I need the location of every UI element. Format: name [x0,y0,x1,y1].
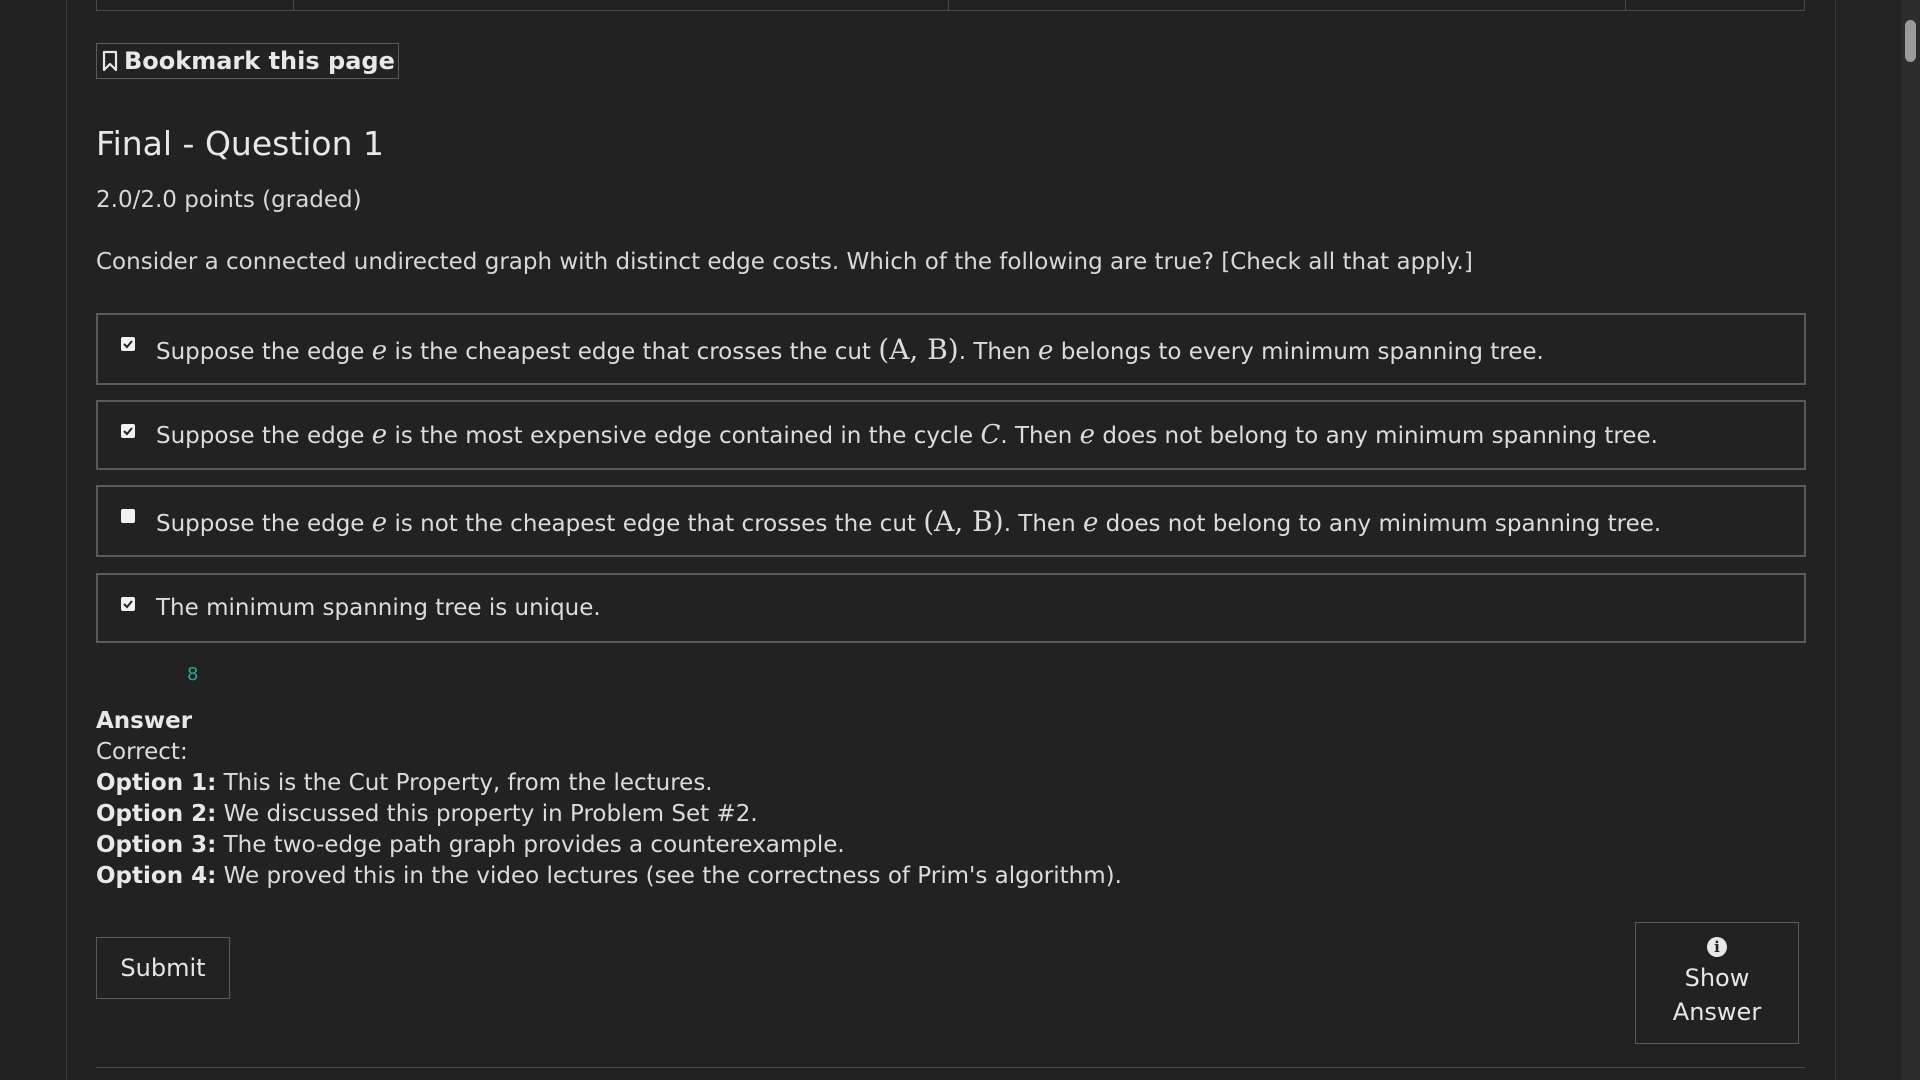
check-icon [123,427,133,436]
checkbox-option-1[interactable] [121,337,135,351]
sequence-tab-2[interactable] [294,0,949,10]
answer-correct-label: Correct: [96,739,188,765]
check-icon [123,600,133,609]
sequence-nav-tabs [96,0,1805,11]
show-answer-label-line1: Show [1684,964,1750,992]
courseware-content: Bookmark this page Final - Question 1 2.… [67,0,1836,1080]
problem-prompt: Consider a connected undirected graph wi… [96,249,1473,275]
choice-label-3: Suppose the edge e is not the cheapest e… [156,504,1662,538]
viewport: Bookmark this page Final - Question 1 2.… [0,0,1920,1080]
choice-label-1: Suppose the edge e is the cheapest edge … [156,332,1544,366]
answer-item-1: Option 1: This is the Cut Property, from… [96,770,713,796]
submit-button[interactable]: Submit [96,937,230,999]
choice-label-4: The minimum spanning tree is unique. [156,595,601,621]
problem-title: Final - Question 1 [96,124,385,163]
answer-item-2: Option 2: We discussed this property in … [96,801,758,827]
show-answer-button[interactable]: i Show Answer [1635,922,1799,1044]
bookmark-icon [102,50,118,72]
answer-item-3: Option 3: The two-edge path graph provid… [96,832,845,858]
choice-label-2: Suppose the edge e is the most expensive… [156,420,1658,450]
sequence-tab-3[interactable] [949,0,1627,10]
sequence-tab-4[interactable] [1626,0,1804,10]
bookmark-button[interactable]: Bookmark this page [96,43,399,79]
show-answer-label-line2: Answer [1672,998,1762,1026]
answer-heading: Answer [96,708,193,734]
scrollbar-thumb[interactable] [1905,20,1916,62]
choice-option-2[interactable]: Suppose the edge e is the most expensive… [96,400,1806,470]
info-icon: i [1707,937,1727,957]
problem-points: 2.0/2.0 points (graded) [96,187,362,213]
choice-option-1[interactable]: Suppose the edge e is the cheapest edge … [96,313,1806,385]
vertical-scrollbar[interactable] [1901,0,1920,1080]
left-gutter [0,0,67,1080]
checkbox-option-3[interactable] [121,509,135,523]
sequence-tab-1[interactable] [97,0,294,10]
bookmark-label: Bookmark this page [124,47,395,75]
answer-item-4: Option 4: We proved this in the video le… [96,863,1122,889]
checkbox-option-4[interactable] [121,597,135,611]
choice-option-3[interactable]: Suppose the edge e is not the cheapest e… [96,485,1806,557]
score-indicator: 8 [187,664,199,685]
choice-option-4[interactable]: The minimum spanning tree is unique. [96,573,1806,643]
check-icon [123,340,133,349]
divider [96,1067,1805,1068]
answer-explanation: Answer Correct: Option 1: This is the Cu… [96,706,1122,892]
checkbox-option-2[interactable] [121,424,135,438]
